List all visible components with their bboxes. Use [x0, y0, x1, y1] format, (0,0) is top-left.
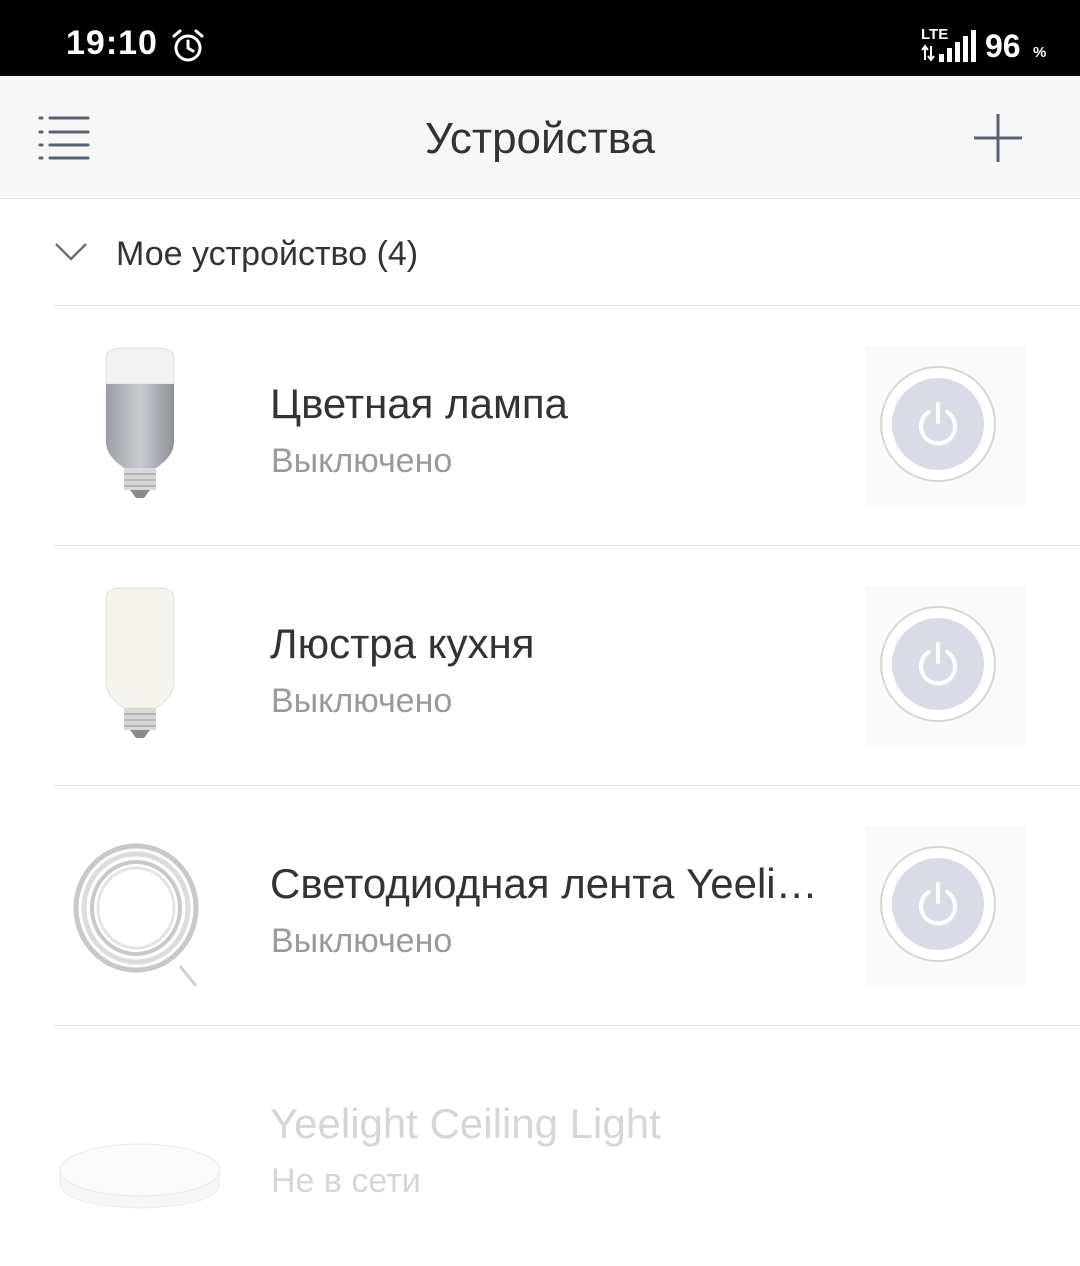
app-header: Устройства [0, 76, 1080, 199]
data-transfer-icon [921, 44, 935, 62]
led-strip-icon [73, 843, 199, 986]
color-bulb-icon [105, 347, 175, 498]
device-row[interactable]: Светодиодная лента Yeeli… Выключено [0, 786, 1080, 1026]
page-title: Устройства [424, 114, 656, 163]
signal-strength-icon [939, 30, 976, 62]
device-name: Yeelight Ceiling Light [270, 1100, 661, 1147]
power-button[interactable] [880, 366, 996, 482]
plus-icon[interactable] [972, 112, 1024, 164]
device-row[interactable]: Цветная лампа Выключено [0, 306, 1080, 546]
power-button[interactable] [880, 846, 996, 962]
battery-unit: % [1033, 44, 1047, 61]
power-button-face [892, 858, 984, 950]
white-bulb-icon [105, 587, 175, 738]
device-group-header[interactable]: Мое устройство (4) [0, 199, 1080, 305]
power-toggle-area [866, 346, 1026, 506]
device-row[interactable]: Yeelight Ceiling Light Не в сети [0, 1026, 1080, 1266]
chevron-down-icon [55, 243, 87, 261]
status-bar: 19:10 LTE 96 % [0, 0, 1080, 76]
battery-level: 96 [985, 28, 1021, 64]
power-button[interactable] [880, 606, 996, 722]
ceiling-light-icon [59, 1143, 220, 1209]
power-icon [919, 642, 957, 686]
power-toggle-area [866, 826, 1026, 986]
status-time: 19:10 [66, 24, 158, 62]
power-toggle-area [866, 586, 1026, 746]
device-name: Светодиодная лента Yeeli… [270, 860, 818, 907]
device-status: Выключено [271, 442, 453, 480]
alarm-clock-icon [172, 29, 204, 62]
device-name: Цветная лампа [270, 380, 568, 427]
device-row[interactable]: Люстра кухня Выключено [0, 546, 1080, 786]
device-status: Не в сети [271, 1162, 421, 1200]
power-button-face [892, 378, 984, 470]
group-title: Мое устройство (4) [116, 235, 419, 273]
device-name: Люстра кухня [270, 620, 535, 667]
device-status: Выключено [271, 682, 453, 720]
device-status: Выключено [271, 922, 453, 960]
power-icon [919, 882, 957, 926]
power-icon [919, 402, 957, 446]
power-button-face [892, 618, 984, 710]
